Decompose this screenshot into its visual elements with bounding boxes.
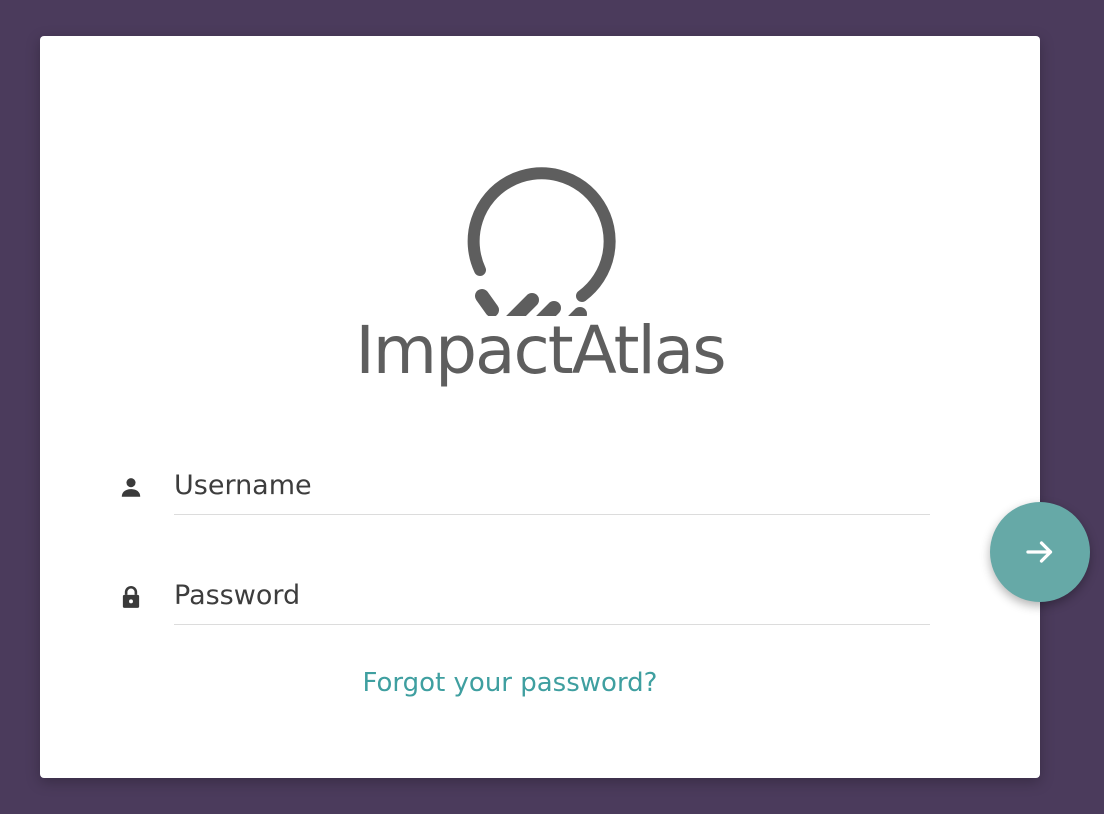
lock-icon bbox=[122, 586, 140, 608]
person-icon bbox=[121, 478, 141, 497]
password-input[interactable] bbox=[174, 566, 930, 625]
impact-atlas-logo: ImpactAtlas bbox=[350, 146, 730, 416]
login-submit-button[interactable] bbox=[990, 502, 1090, 602]
username-field-row bbox=[112, 456, 932, 516]
arrow-right-icon bbox=[1026, 541, 1053, 563]
password-field-row bbox=[112, 566, 932, 626]
globe-logo-icon bbox=[467, 167, 616, 316]
brand-wordmark: ImpactAtlas bbox=[355, 312, 726, 389]
login-card: ImpactAtlas Forgot your password? bbox=[40, 36, 1040, 778]
forgot-password-link[interactable]: Forgot your password? bbox=[40, 668, 980, 698]
username-input[interactable] bbox=[174, 456, 930, 515]
